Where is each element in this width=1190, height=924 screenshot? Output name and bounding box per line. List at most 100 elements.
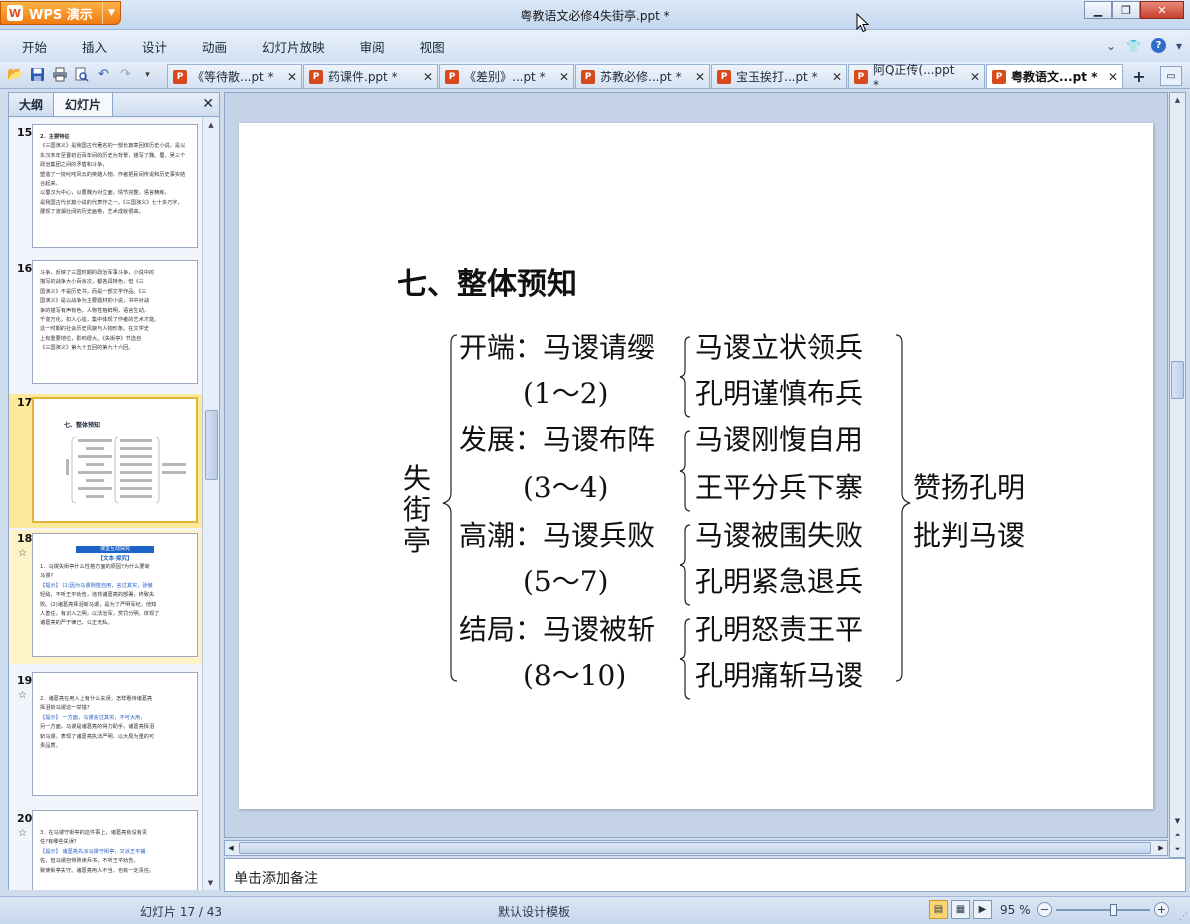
skin-shirt-icon[interactable]: 👕 bbox=[1126, 39, 1141, 53]
tab-list-button[interactable]: ▭ bbox=[1160, 66, 1182, 86]
event-2b[interactable]: 王平分兵下寨 bbox=[695, 471, 863, 504]
tab-slides[interactable]: 幻灯片 bbox=[53, 93, 113, 116]
slideshow-view-icon[interactable]: ▶ bbox=[973, 900, 992, 919]
scroll-thumb[interactable] bbox=[205, 410, 218, 480]
close-tab-icon[interactable]: ✕ bbox=[1102, 70, 1118, 84]
close-tab-icon[interactable]: ✕ bbox=[553, 70, 569, 84]
stage-label-4[interactable]: 结局：马谡被斩 bbox=[459, 613, 655, 646]
stage-range-1[interactable]: (1～2) bbox=[523, 377, 608, 410]
slide-thumbnail-list[interactable]: 15 2．主要特征 《三国演义》是我国古代著名的一部长篇章回体历史小说，是以东汉… bbox=[9, 118, 202, 890]
document-tab[interactable]: P 粤教语文...pt * ✕ bbox=[986, 64, 1123, 88]
close-window-button[interactable]: ✕ bbox=[1140, 1, 1184, 19]
undo-icon[interactable]: ↶ bbox=[95, 66, 112, 83]
stage-range-4[interactable]: (8～10) bbox=[523, 659, 626, 692]
stage-range-2[interactable]: (3～4) bbox=[523, 471, 608, 504]
menu-view[interactable]: 视图 bbox=[402, 37, 462, 56]
document-tab[interactable]: P 药课件.ppt * ✕ bbox=[303, 64, 438, 88]
help-dropdown-icon[interactable]: ▾ bbox=[1176, 39, 1182, 53]
root-char: 亭 bbox=[403, 524, 431, 557]
slide-sorter-view-icon[interactable]: ▦ bbox=[951, 900, 970, 919]
stage-label-1[interactable]: 开端：马谡请缨 bbox=[459, 331, 655, 364]
close-tab-icon[interactable]: ✕ bbox=[689, 70, 705, 84]
event-3a[interactable]: 马谡被围失败 bbox=[695, 519, 863, 552]
slide-thumb-15[interactable]: 15 2．主要特征 《三国演义》是我国古代著名的一部长篇章回体历史小说，是以东汉… bbox=[9, 124, 202, 254]
document-tab[interactable]: P 宝玉挨打...pt * ✕ bbox=[711, 64, 847, 88]
conclusion-2[interactable]: 批判马谡 bbox=[913, 519, 1025, 552]
ribbon-collapse-chevron-icon[interactable]: ⌄ bbox=[1106, 39, 1116, 53]
event-4a[interactable]: 孔明怒责王平 bbox=[695, 613, 863, 646]
slide-thumb-17[interactable]: 17 七、整体预知 bbox=[9, 394, 202, 528]
menu-insert[interactable]: 插入 bbox=[64, 37, 124, 56]
menu-design[interactable]: 设计 bbox=[124, 37, 184, 56]
scroll-up-arrow-icon[interactable]: ▲ bbox=[1170, 93, 1185, 107]
save-icon[interactable] bbox=[29, 66, 46, 83]
scroll-down-arrow-icon[interactable]: ▼ bbox=[1171, 815, 1184, 827]
zoom-slider[interactable] bbox=[1056, 904, 1150, 916]
scroll-down-arrow-icon[interactable]: ▼ bbox=[203, 876, 218, 890]
print-preview-icon[interactable] bbox=[73, 66, 90, 83]
event-1b[interactable]: 孔明谨慎布兵 bbox=[695, 377, 863, 410]
stage-label-3[interactable]: 高潮：马谡兵败 bbox=[459, 519, 655, 552]
template-name[interactable]: 默认设计模板 bbox=[498, 903, 570, 920]
event-2a[interactable]: 马谡刚愎自用 bbox=[695, 423, 863, 456]
scroll-up-arrow-icon[interactable]: ▲ bbox=[203, 118, 219, 132]
thumb-line: 2．诸葛亮在用人上有什么失误，怎样看待诸葛亮 bbox=[40, 696, 153, 702]
scroll-thumb[interactable] bbox=[1171, 361, 1184, 399]
conclusion-1[interactable]: 赞扬孔明 bbox=[913, 471, 1025, 504]
customize-icon[interactable]: ▾ bbox=[139, 66, 156, 83]
menu-animation[interactable]: 动画 bbox=[184, 37, 244, 56]
slide-vertical-scrollbar[interactable]: ▲ ▼ ⏶ ⏷ bbox=[1169, 92, 1186, 858]
slide-thumb-19[interactable]: 19 ☆ 2．诸葛亮在用人上有什么失误，怎样看待诸葛亮 挥泪斩马谡这一举措? 【… bbox=[9, 672, 202, 802]
close-tab-icon[interactable]: ✕ bbox=[281, 70, 297, 84]
thumb-line: 败。(2)诸葛亮挥泪斩马谡，是为了严明军纪，他知 bbox=[40, 601, 157, 608]
slide-canvas[interactable]: 七、整体预知 失 街 亭 开端：马谡请缨 (1～2) 发展：马谡布阵 (3～4)… bbox=[239, 123, 1153, 809]
print-icon[interactable] bbox=[51, 66, 68, 83]
quick-access: 📂 ↶ ↷ ▾ bbox=[7, 66, 156, 83]
tab-outline[interactable]: 大纲 bbox=[9, 93, 53, 116]
zoom-out-button[interactable]: − bbox=[1037, 902, 1052, 917]
menu-home[interactable]: 开始 bbox=[0, 37, 64, 56]
scroll-right-arrow-icon[interactable]: ▶ bbox=[1155, 842, 1167, 854]
notes-pane[interactable]: 单击添加备注 bbox=[224, 858, 1186, 892]
presentation-file-icon: P bbox=[581, 69, 595, 84]
zoom-level[interactable]: 95 % bbox=[1000, 903, 1031, 917]
root-label[interactable]: 失 街 亭 bbox=[403, 462, 431, 557]
slide-thumb-16[interactable]: 16 斗争，反映了三国时期的政治军事斗争，小说中的 描写的战争大小百余次，都各具… bbox=[9, 260, 202, 390]
event-1a[interactable]: 马谡立状领兵 bbox=[695, 331, 863, 364]
close-tab-icon[interactable]: ✕ bbox=[826, 70, 842, 84]
scroll-thumb[interactable] bbox=[239, 842, 1151, 854]
close-tab-icon[interactable]: ✕ bbox=[417, 70, 433, 84]
slide-thumb-20[interactable]: 20 ☆ 3．在马谡守街亭的这件事上，诸葛亮有没有责 任?有哪些失误? 【提示】… bbox=[9, 810, 202, 890]
document-tab[interactable]: P 苏教必修...pt * ✕ bbox=[575, 64, 710, 88]
thumb-line: 描写的战争大小百余次，都各具特色，但《三 bbox=[40, 279, 144, 286]
close-icon[interactable]: ✕ bbox=[202, 96, 214, 112]
document-tab[interactable]: P 《差别》...pt * ✕ bbox=[439, 64, 574, 88]
event-4b[interactable]: 孔明痛斩马谡 bbox=[695, 659, 863, 692]
zoom-in-button[interactable]: + bbox=[1154, 902, 1169, 917]
stage-label-2[interactable]: 发展：马谡布阵 bbox=[459, 423, 655, 456]
new-tab-button[interactable]: + bbox=[1124, 65, 1154, 87]
open-folder-icon[interactable]: 📂 bbox=[7, 66, 24, 83]
minimize-button[interactable]: ▁ bbox=[1084, 1, 1112, 19]
close-tab-icon[interactable]: ✕ bbox=[964, 70, 980, 84]
thumb-line: 2．主要特征 bbox=[40, 134, 70, 140]
next-slide-icon[interactable]: ⏷ bbox=[1171, 843, 1184, 855]
scroll-left-arrow-icon[interactable]: ◀ bbox=[225, 842, 237, 854]
zoom-slider-knob[interactable] bbox=[1110, 904, 1117, 916]
previous-slide-icon[interactable]: ⏶ bbox=[1171, 829, 1184, 841]
event-3b[interactable]: 孔明紧急退兵 bbox=[695, 565, 863, 598]
resize-grip-icon[interactable]: ⋰ bbox=[1179, 912, 1188, 922]
slide-horizontal-scrollbar[interactable]: ◀ ▶ bbox=[224, 840, 1168, 856]
stage-range-3[interactable]: (5～7) bbox=[523, 565, 608, 598]
document-tab[interactable]: P 《等待散...pt * ✕ bbox=[167, 64, 302, 88]
help-icon[interactable]: ? bbox=[1150, 38, 1166, 53]
menu-slideshow[interactable]: 幻灯片放映 bbox=[244, 37, 342, 56]
document-tab[interactable]: P 阿Q正传(...ppt * ✕ bbox=[848, 63, 985, 92]
redo-icon[interactable]: ↷ bbox=[117, 66, 134, 83]
slide-thumb-18[interactable]: 18 ☆ 课堂互动探究 【文本·探究】 1．马谡失街亭什么性格方面的原因?为什么… bbox=[9, 530, 202, 664]
menu-review[interactable]: 审阅 bbox=[342, 37, 402, 56]
restore-button[interactable]: ❐ bbox=[1112, 1, 1140, 19]
thumbnail-scrollbar[interactable]: ▲ ▼ bbox=[202, 118, 219, 890]
normal-view-icon[interactable]: ▤ bbox=[929, 900, 948, 919]
slide-title[interactable]: 七、整体预知 bbox=[397, 267, 577, 302]
